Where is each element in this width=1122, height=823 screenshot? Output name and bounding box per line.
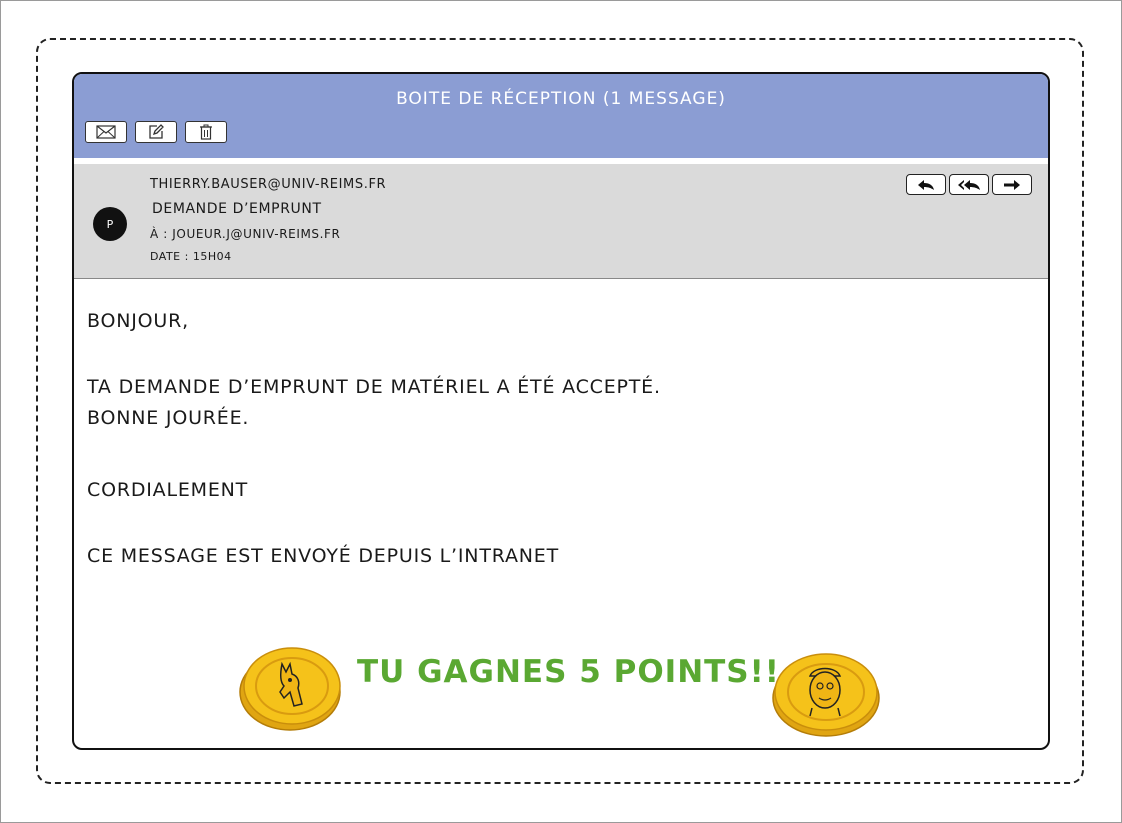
body-footer: Ce message est envoyé depuis l’intranet	[87, 545, 559, 567]
reply-button[interactable]	[906, 174, 946, 195]
message-header: P thierry.bauser@univ-reims.fr Demande d…	[74, 164, 1048, 279]
edit-icon	[149, 124, 164, 139]
body-greeting: Bonjour,	[87, 310, 189, 332]
body-closing: Cordialement	[87, 479, 249, 501]
reply-icon	[918, 179, 934, 190]
trash-icon	[200, 124, 212, 140]
llama-coin-icon	[239, 647, 341, 731]
body-line-1: Ta demande d’emprunt de matériel a été a…	[87, 376, 661, 398]
mail-toolbar	[85, 121, 227, 143]
inbox-header: Boite de réception (1 message)	[74, 74, 1048, 164]
reply-all-icon	[958, 179, 980, 190]
mail-window: Boite de réception (1 message)	[72, 72, 1050, 750]
character-coin-icon	[772, 653, 880, 737]
recipient-email: à : joueur.j@univ-reims.fr	[150, 227, 341, 241]
reply-all-button[interactable]	[949, 174, 989, 195]
sender-email: thierry.bauser@univ-reims.fr	[150, 177, 387, 192]
inbox-title: Boite de réception (1 message)	[396, 89, 726, 109]
envelope-icon	[96, 125, 116, 139]
sender-avatar: P	[93, 207, 127, 241]
reward-text: Tu gagnes 5 points!!	[357, 654, 780, 690]
forward-button[interactable]	[992, 174, 1032, 195]
new-mail-button[interactable]	[85, 121, 127, 143]
message-subject: Demande d’emprunt	[152, 201, 322, 217]
message-actions	[906, 174, 1032, 195]
body-line-2: Bonne jourée.	[87, 407, 250, 429]
delete-button[interactable]	[185, 121, 227, 143]
forward-icon	[1004, 179, 1020, 190]
compose-button[interactable]	[135, 121, 177, 143]
message-date: Date : 15h04	[150, 250, 232, 263]
